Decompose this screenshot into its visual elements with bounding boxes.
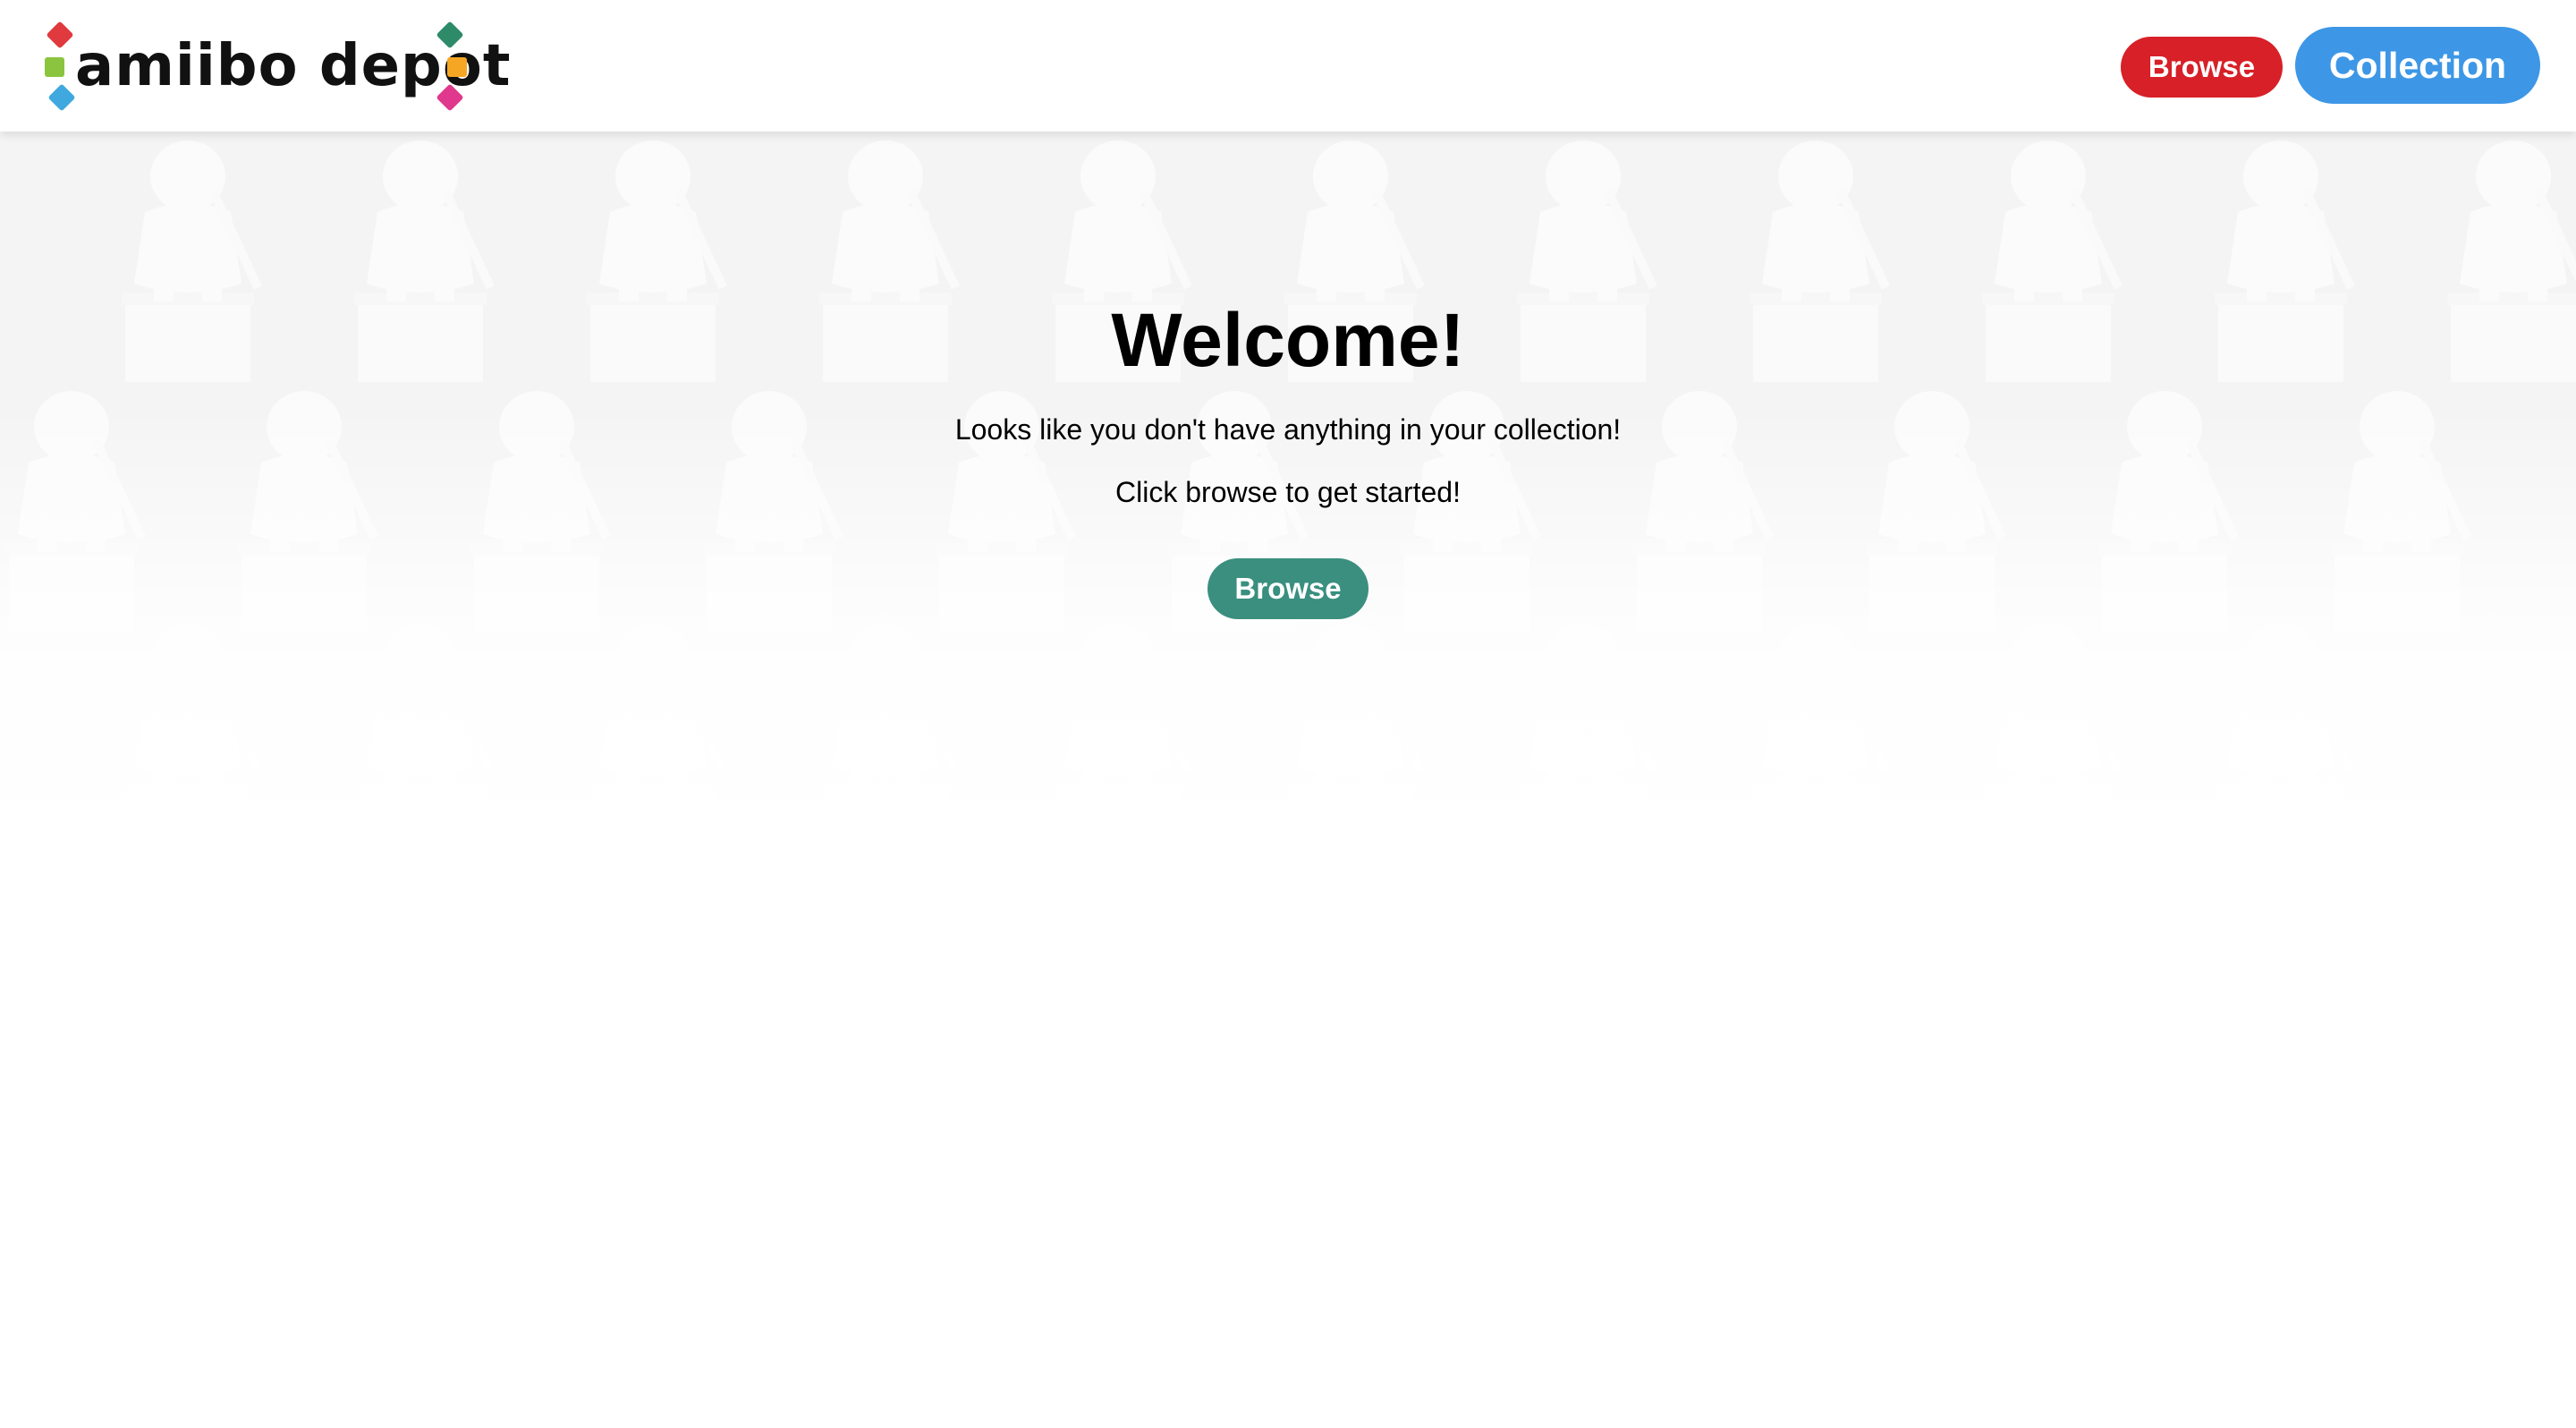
logo-orange-dash-icon xyxy=(447,57,467,77)
app-page: amiibo depot Browse Collection Welcome! … xyxy=(0,0,2576,1428)
amiibo-depot-logo[interactable]: amiibo depot xyxy=(39,20,510,113)
top-header: amiibo depot Browse Collection xyxy=(0,0,2576,132)
logo-red-dash-icon xyxy=(46,21,74,49)
welcome-section: Welcome! Looks like you don't have anyth… xyxy=(0,295,2576,619)
get-started-message: Click browse to get started! xyxy=(1115,476,1461,508)
logo-blue-dash-icon xyxy=(47,83,76,112)
page-title: Welcome! xyxy=(1111,298,1465,382)
browse-cta-button[interactable]: Browse xyxy=(1208,558,1368,619)
nav-collection-button[interactable]: Collection xyxy=(2295,27,2540,104)
empty-collection-message: Looks like you don't have anything in yo… xyxy=(954,413,1622,446)
logo-green-dash-icon xyxy=(45,57,64,77)
nav-browse-button[interactable]: Browse xyxy=(2121,37,2283,98)
